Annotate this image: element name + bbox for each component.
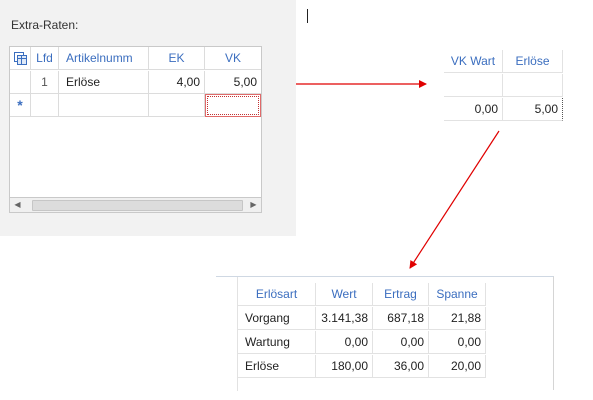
cell-ertrag[interactable]: 687,18 [373,307,429,330]
column-header-artikelnummer[interactable]: Artikelnumm [59,47,149,70]
column-header-lfd[interactable]: Lfd [31,47,59,70]
new-row[interactable]: * [10,94,261,117]
column-header-ek[interactable]: EK [149,47,205,70]
vk-wert-empty-cell[interactable] [444,74,503,97]
cell-erloesart[interactable]: Vorgang [238,307,316,330]
cell-spanne[interactable]: 0,00 [429,331,486,354]
cell-ertrag[interactable]: 36,00 [373,355,429,378]
scrollbar-thumb[interactable] [32,200,243,211]
cell-erloesart[interactable]: Wartung [238,331,316,354]
cell-spanne[interactable]: 21,88 [429,307,486,330]
scroll-right-icon[interactable]: ▶ [246,198,261,212]
cell-lfd[interactable]: 1 [31,71,59,94]
cell-spanne[interactable]: 20,00 [429,355,486,378]
column-header-ertrag[interactable]: Ertrag [373,283,429,306]
cell-wert[interactable]: 180,00 [316,355,373,378]
erloese-empty-cell[interactable] [503,74,563,97]
new-cell-lfd[interactable] [31,94,59,117]
column-chooser-icon[interactable] [10,47,31,70]
text-cursor [307,9,308,23]
cell-artikelnummer[interactable]: Erlöse [59,71,149,94]
column-header-wert[interactable]: Wert [316,283,373,306]
horizontal-scrollbar[interactable]: ◀ ▶ [10,197,261,212]
extra-raten-grid[interactable]: Lfd Artikelnumm EK VK 1 Erlöse 4,00 5,00… [9,46,262,213]
new-cell-ek[interactable] [149,94,205,117]
row-indicator-column [216,277,238,391]
cell-vk-wert[interactable]: 0,00 [444,98,503,121]
cell-wert[interactable]: 3.141,38 [316,307,373,330]
column-header-vk[interactable]: VK [205,47,261,70]
column-header-vk-wert[interactable]: VK Wart [444,50,503,73]
table-row[interactable]: 1 Erlöse 4,00 5,00 [10,71,261,94]
arrow-to-erloesart-grid [409,130,500,269]
cell-ek[interactable]: 4,00 [149,71,205,94]
cell-wert[interactable]: 0,00 [316,331,373,354]
grid-header-row: Lfd Artikelnumm EK VK [10,47,261,70]
new-cell-vk-active[interactable] [205,94,261,117]
column-header-spanne[interactable]: Spanne [429,283,486,306]
row-indicator [10,71,31,94]
column-header-erloesart[interactable]: Erlösart [238,283,316,306]
column-header-erloese[interactable]: Erlöse [503,50,563,73]
new-row-asterisk-icon: * [10,94,31,117]
erloesart-grid[interactable]: Erlösart Wert Ertrag Spanne Vorgang 3.14… [216,276,554,391]
cell-ertrag[interactable]: 0,00 [373,331,429,354]
vk-summary-grid[interactable]: VK Wart Erlöse 0,00 5,00 [444,50,568,122]
cell-erloese[interactable]: 5,00 [503,98,563,121]
new-cell-artikelnummer[interactable] [59,94,149,117]
cell-erloesart[interactable]: Erlöse [238,355,316,378]
cell-vk[interactable]: 5,00 [205,71,261,94]
scroll-left-icon[interactable]: ◀ [10,198,25,212]
extra-raten-label: Extra-Raten: [11,18,79,32]
